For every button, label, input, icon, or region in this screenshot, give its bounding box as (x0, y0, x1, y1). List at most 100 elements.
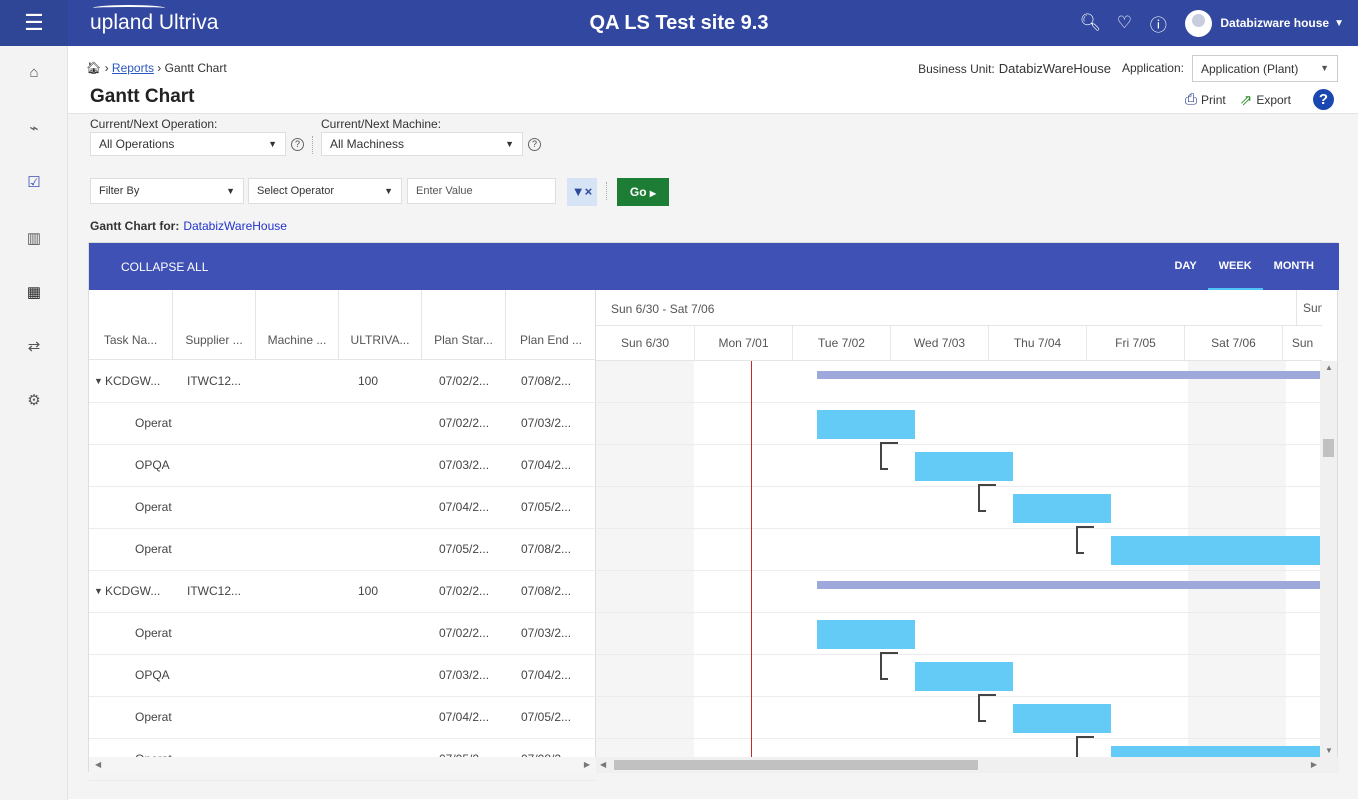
task-bar[interactable] (817, 620, 915, 649)
user-menu[interactable]: Databizware house ▼ (1185, 9, 1344, 37)
cell-task: OPQA (135, 668, 170, 682)
cell-end: 07/08/2... (521, 542, 572, 556)
caret-down-icon: ▼ (384, 186, 393, 196)
task-bar[interactable] (1111, 536, 1322, 565)
expand-toggle-icon[interactable]: ▼ (94, 586, 103, 596)
menu-icon[interactable]: ☰ (0, 0, 68, 46)
scroll-left-icon[interactable]: ◀ (600, 760, 606, 769)
task-bar[interactable] (817, 410, 915, 439)
table-row[interactable]: Operat 07/05/2... 07/08/2... (89, 529, 596, 571)
caret-down-icon: ▼ (1320, 63, 1329, 73)
cell-end: 07/03/2... (521, 416, 572, 430)
filter-by-select[interactable]: Filter By ▼ (90, 178, 244, 204)
barcode-icon[interactable]: ▥ (23, 228, 45, 250)
caret-down-icon: ▼ (505, 139, 514, 149)
table-icon[interactable]: ▦ (23, 282, 45, 304)
breadcrumb-reports[interactable]: Reports (112, 61, 154, 75)
timeline-row (596, 697, 1322, 739)
task-bar[interactable] (1013, 494, 1111, 523)
vertical-scrollbar[interactable]: ▲ ▼ (1320, 361, 1337, 757)
cell-task: KCDGW... (105, 584, 161, 598)
chevron-right-icon: › (104, 61, 112, 75)
gantt-toolbar: COLLAPSE ALL DAY WEEK MONTH (89, 243, 1339, 290)
task-bar[interactable] (915, 662, 1013, 691)
cell-task: KCDGW... (105, 374, 161, 388)
help-icon[interactable]: ? (1313, 89, 1334, 110)
task-bar[interactable] (1013, 704, 1111, 733)
transfer-icon[interactable]: ⇄ (23, 336, 45, 358)
page-title: Gantt Chart (90, 86, 195, 107)
column-header[interactable]: Task Na... (89, 290, 173, 360)
printer-icon: ⎙ (1185, 91, 1198, 108)
caret-down-icon: ▼ (268, 139, 277, 149)
value-placeholder: Enter Value (416, 185, 473, 197)
application-select[interactable]: Application (Plant) ▼ (1192, 55, 1338, 82)
table-row[interactable]: KCDGW... ITWC12... 100 07/02/2... 07/08/2...… (89, 571, 596, 613)
table-row[interactable]: Operat 07/02/2... 07/03/2... (89, 403, 596, 445)
collapse-all-button[interactable]: COLLAPSE ALL (121, 260, 208, 274)
go-button[interactable]: Go ▶ (617, 178, 669, 206)
column-header[interactable]: Plan End ... (506, 290, 596, 360)
table-row[interactable]: Operat 07/04/2... 07/05/2... (89, 697, 596, 739)
gantt-for-value[interactable]: DatabizWareHouse (183, 219, 287, 233)
settings-icon[interactable]: ⚙ (23, 390, 45, 412)
search-icon[interactable]: 🔍︎ (1073, 13, 1107, 33)
sidebar: ⌂ ⌁ ☑ ▥ ▦ ⇄ ⚙ (0, 46, 68, 800)
home-icon[interactable]: ⌂ (23, 62, 45, 84)
scroll-left-icon[interactable]: ◀ (95, 760, 101, 769)
scroll-up-icon[interactable]: ▲ (1325, 363, 1333, 372)
view-day-button[interactable]: DAY (1163, 243, 1207, 290)
gantt-grid: Task Na... Supplier ... Machine ... ULTR… (89, 290, 596, 781)
scroll-right-icon[interactable]: ▶ (1311, 760, 1317, 769)
heart-icon[interactable]: ♡ (1107, 13, 1141, 33)
cell-end: 07/04/2... (521, 458, 572, 472)
question-icon[interactable]: ? (528, 138, 541, 151)
table-row[interactable]: OPQA 07/03/2... 07/04/2... (89, 445, 596, 487)
clear-filter-button[interactable]: ▼× (567, 178, 597, 206)
day-header-cell: Tue 7/02 (792, 326, 890, 361)
view-month-button[interactable]: MONTH (1263, 243, 1325, 290)
summary-bar[interactable] (817, 581, 1322, 589)
user-name: Databizware house (1220, 16, 1330, 30)
operation-select[interactable]: All Operations ▼ (90, 132, 286, 156)
table-row[interactable]: Operat 07/02/2... 07/03/2... (89, 613, 596, 655)
operator-select[interactable]: Select Operator ▼ (248, 178, 402, 204)
column-header[interactable]: Machine ... (256, 290, 339, 360)
caret-down-icon: ▼ (226, 186, 235, 196)
cell-end: 07/05/2... (521, 500, 572, 514)
column-header[interactable]: Supplier ... (173, 290, 256, 360)
export-button[interactable]: ⇗ Export (1240, 91, 1291, 109)
checklist-icon[interactable]: ☑ (23, 172, 45, 194)
view-week-button[interactable]: WEEK (1207, 243, 1263, 290)
timeline-row (596, 487, 1322, 529)
week-header: Sun 6/30 - Sat 7/06 Sun (596, 290, 1322, 326)
task-bar[interactable] (1111, 746, 1322, 757)
help-circle-icon[interactable]: ⓘ (1141, 11, 1175, 36)
print-label: Print (1201, 92, 1226, 107)
summary-bar[interactable] (817, 371, 1322, 379)
table-row[interactable]: KCDGW... ITWC12... 100 07/02/2... 07/08/2...… (89, 361, 596, 403)
scroll-down-icon[interactable]: ▼ (1325, 746, 1333, 755)
machine-select[interactable]: All Machiness ▼ (321, 132, 523, 156)
scroll-right-icon[interactable]: ▶ (584, 760, 590, 769)
timeline-row (596, 403, 1322, 445)
scroll-thumb[interactable] (614, 760, 978, 770)
value-input[interactable]: Enter Value (407, 178, 556, 204)
column-header[interactable]: Plan Star... (422, 290, 506, 360)
task-bar[interactable] (915, 452, 1013, 481)
timeline-horizontal-scrollbar[interactable]: ◀ ▶ (596, 757, 1339, 773)
table-row[interactable]: OPQA 07/03/2... 07/04/2... (89, 655, 596, 697)
column-header[interactable]: ULTRIVA... (339, 290, 422, 360)
cell-supplier: ITWC12... (187, 374, 242, 388)
page-header: 🏠︎ › Reports › Gantt Chart Gantt Chart B… (68, 46, 1358, 114)
day-header-cell: Sun 6/30 (620, 336, 670, 350)
scroll-thumb[interactable] (1323, 439, 1334, 457)
home-small-icon[interactable]: 🏠︎ (86, 61, 101, 75)
expand-toggle-icon[interactable]: ▼ (94, 376, 103, 386)
grid-horizontal-scrollbar[interactable]: ◀ ▶ (89, 757, 596, 773)
question-icon[interactable]: ? (291, 138, 304, 151)
activity-icon[interactable]: ⌁ (23, 118, 45, 140)
print-button[interactable]: ⎙ Print (1185, 91, 1226, 108)
cell-end: 07/08/2... (521, 374, 572, 388)
table-row[interactable]: Operat 07/04/2... 07/05/2... (89, 487, 596, 529)
